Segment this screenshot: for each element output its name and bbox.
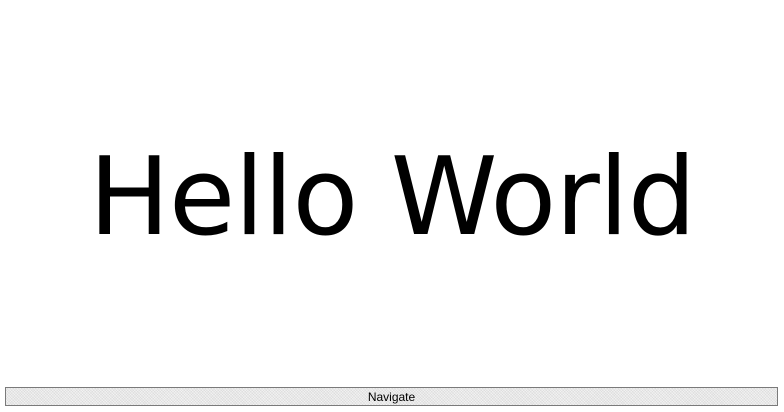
main-content: Hello World — [0, 128, 784, 268]
navigate-button[interactable]: Navigate — [5, 387, 778, 406]
navigate-button-label: Navigate — [367, 389, 416, 404]
hello-world-heading: Hello World — [88, 135, 697, 260]
